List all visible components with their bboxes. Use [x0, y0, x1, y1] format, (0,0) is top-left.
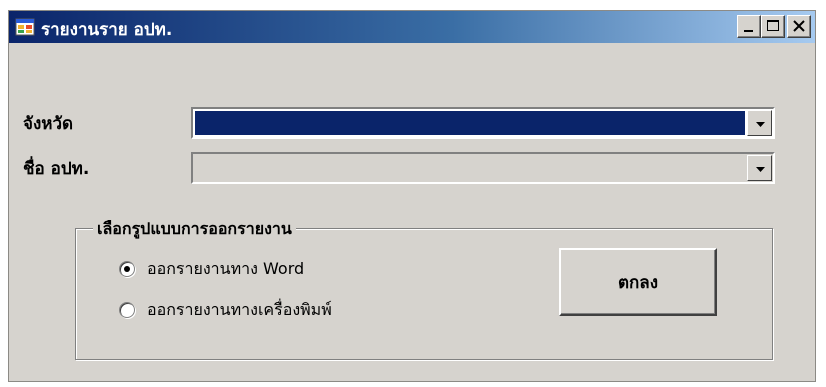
minimize-icon	[744, 30, 753, 32]
title-bar[interactable]: รายงานราย อปท.	[9, 11, 815, 43]
report-format-title: เลือกรูปแบบการออกรายงาน	[93, 217, 296, 242]
radio-printer-button[interactable]	[119, 302, 135, 318]
radio-word-button[interactable]	[119, 261, 135, 277]
maximize-icon	[767, 20, 779, 31]
radio-word-label[interactable]: ออกรายงานทาง Word	[147, 257, 304, 282]
province-combobox[interactable]	[191, 107, 775, 139]
org-dropdown-button[interactable]	[747, 155, 772, 181]
chevron-down-icon	[756, 122, 765, 127]
window-title: รายงานราย อปท.	[41, 20, 173, 40]
maximize-button[interactable]	[761, 15, 785, 38]
org-label: ชื่อ อปท.	[23, 159, 90, 179]
org-combobox[interactable]	[191, 152, 775, 184]
radio-printer[interactable]: ออกรายงานทางเครื่องพิมพ์	[119, 298, 332, 322]
chevron-down-icon	[756, 167, 765, 172]
org-field[interactable]	[195, 156, 745, 180]
minimize-button[interactable]	[737, 15, 761, 38]
report-window: รายงานราย อปท. จังหวัด ชื่อ อปท. เลือกรู…	[8, 10, 816, 382]
province-field[interactable]	[195, 111, 745, 135]
province-dropdown-button[interactable]	[747, 110, 772, 136]
app-window-icon	[15, 17, 35, 37]
ok-button[interactable]: ตกลง	[559, 248, 717, 316]
radio-printer-label[interactable]: ออกรายงานทางเครื่องพิมพ์	[147, 298, 332, 323]
close-button[interactable]	[787, 15, 811, 38]
close-icon	[793, 20, 805, 32]
province-label: จังหวัด	[23, 114, 74, 134]
radio-word[interactable]: ออกรายงานทาง Word	[119, 257, 304, 281]
radio-selected-dot	[124, 266, 130, 272]
